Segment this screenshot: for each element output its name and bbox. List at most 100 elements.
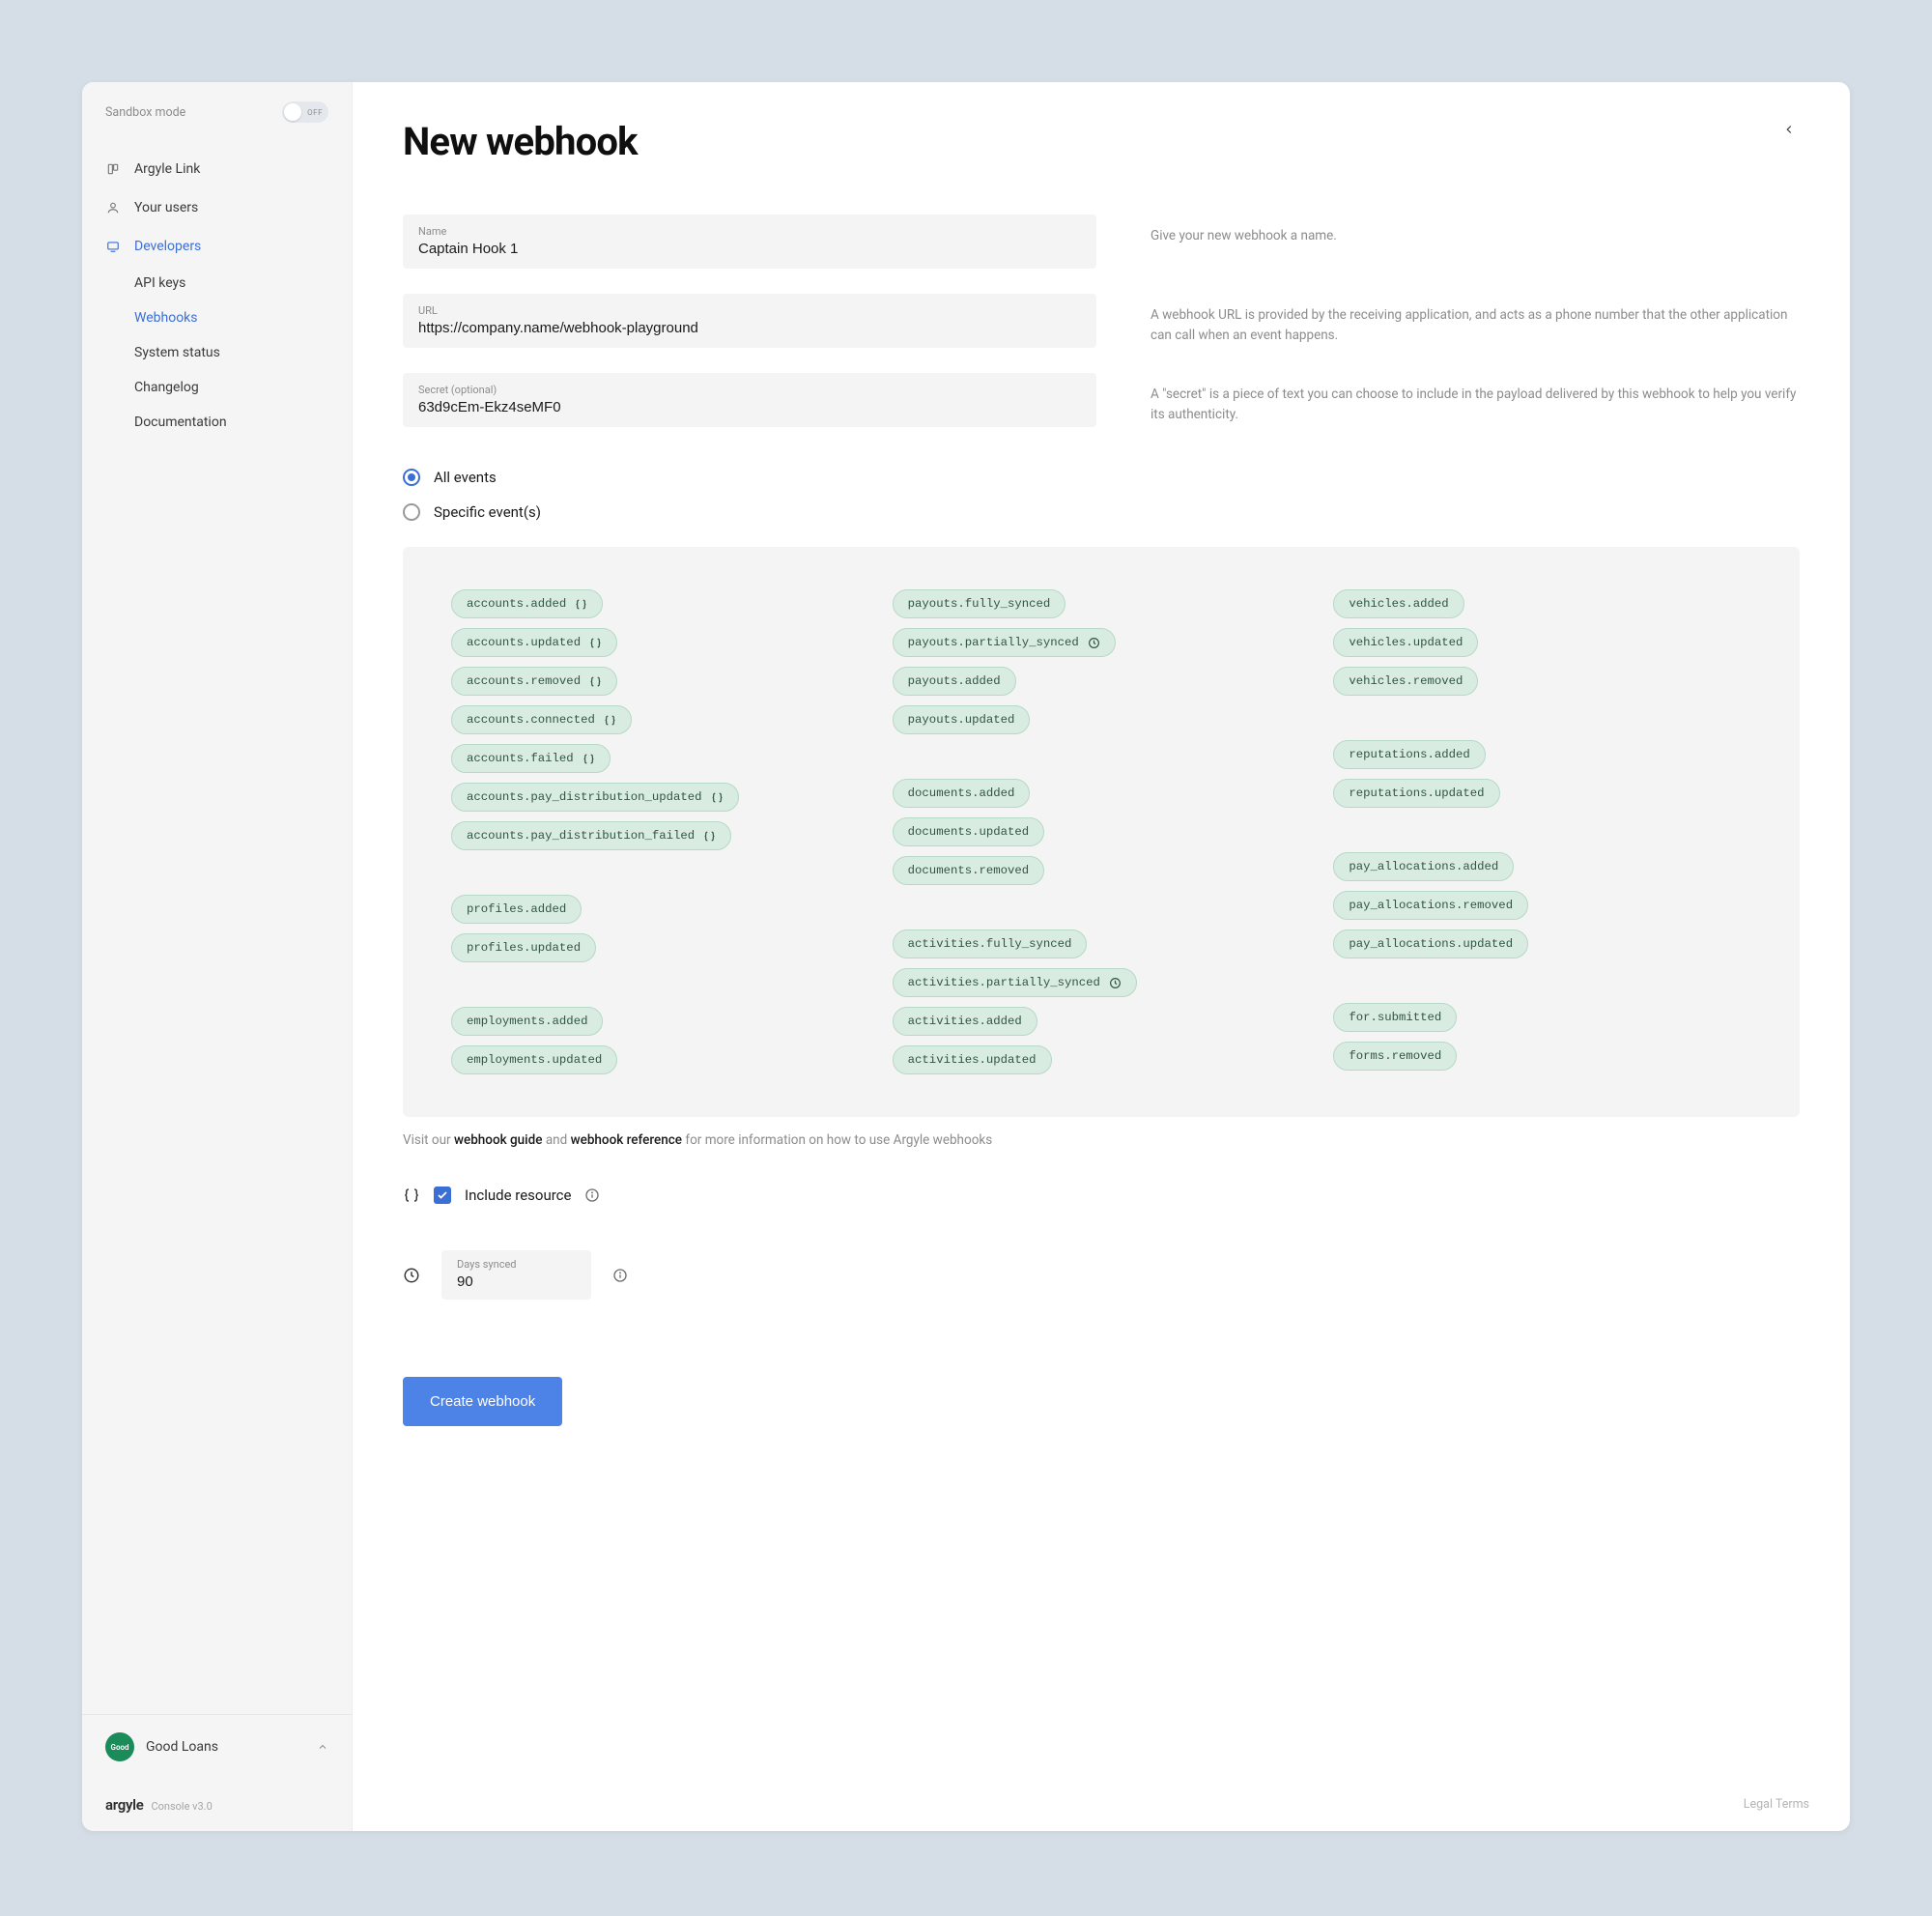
link-icon (105, 161, 121, 177)
sandbox-mode-label: Sandbox mode (105, 105, 185, 120)
event-pill[interactable]: vehicles.updated (1333, 628, 1478, 657)
sidebar: Sandbox mode OFF Argyle Link Your users (82, 82, 353, 1831)
create-webhook-button[interactable]: Create webhook (403, 1377, 562, 1426)
brand-version: Console v3.0 (151, 1800, 212, 1813)
event-pill[interactable]: documents.added (893, 779, 1031, 808)
help-text: Visit our webhook guide and webhook refe… (403, 1132, 1800, 1148)
sidebar-sub-api-keys[interactable]: API keys (134, 266, 352, 300)
sidebar-item-your-users[interactable]: Your users (82, 188, 352, 227)
url-input[interactable] (418, 320, 1081, 336)
event-pill[interactable]: forms.removed (1333, 1042, 1457, 1071)
event-pill[interactable]: activities.updated (893, 1045, 1052, 1074)
event-pill[interactable]: pay_allocations.added (1333, 852, 1514, 881)
days-synced-input[interactable] (457, 1273, 576, 1290)
field-label: URL (418, 304, 1081, 317)
event-label: vehicles.removed (1349, 674, 1463, 688)
event-pill[interactable]: employments.updated (451, 1045, 617, 1074)
event-pill[interactable]: accounts.added (451, 589, 603, 618)
nav-label: Your users (134, 200, 198, 215)
event-pill[interactable]: activities.added (893, 1007, 1037, 1036)
form-row-name: Name Give your new webhook a name. (403, 214, 1800, 269)
developers-subnav: API keys Webhooks System status Changelo… (82, 266, 352, 440)
back-button[interactable] (1778, 119, 1800, 140)
events-column-2: payouts.fully_synced payouts.partially_sy… (893, 589, 1311, 1074)
radio-label: All events (434, 469, 497, 486)
event-pill[interactable]: profiles.updated (451, 933, 596, 962)
event-pill[interactable]: pay_allocations.updated (1333, 929, 1528, 958)
main-header: New webhook (403, 119, 1800, 214)
developers-icon (105, 239, 121, 254)
help-prefix: Visit our (403, 1132, 454, 1148)
event-pill[interactable]: accounts.connected (451, 705, 632, 734)
include-resource-checkbox[interactable] (434, 1187, 451, 1204)
info-icon[interactable] (584, 1187, 600, 1203)
webhook-guide-link[interactable]: webhook guide (454, 1132, 543, 1148)
event-pill[interactable]: payouts.partially_synced (893, 628, 1116, 657)
event-pill[interactable]: payouts.added (893, 667, 1016, 696)
sidebar-sub-webhooks[interactable]: Webhooks (134, 300, 352, 335)
event-pill[interactable]: documents.updated (893, 817, 1044, 846)
event-pill[interactable]: profiles.added (451, 895, 582, 924)
sidebar-item-developers[interactable]: Developers (82, 227, 352, 266)
event-label: profiles.updated (467, 941, 581, 955)
brand-name: argyle (105, 1796, 143, 1814)
event-pill[interactable]: accounts.removed (451, 667, 617, 696)
clock-icon (1109, 977, 1122, 989)
event-label: pay_allocations.updated (1349, 937, 1513, 951)
event-pill[interactable]: payouts.updated (893, 705, 1031, 734)
event-pill[interactable]: vehicles.removed (1333, 667, 1478, 696)
radio-circle-icon (403, 503, 420, 521)
radio-all-events[interactable]: All events (403, 460, 1800, 495)
chevron-up-icon (317, 1741, 328, 1753)
secret-input[interactable] (418, 399, 1081, 415)
main-content: New webhook Name Give your new webhook a… (353, 82, 1850, 1831)
event-label: accounts.failed (467, 752, 574, 765)
braces-icon (604, 714, 616, 727)
event-label: activities.added (908, 1015, 1022, 1028)
sidebar-item-argyle-link[interactable]: Argyle Link (82, 150, 352, 188)
event-label: profiles.added (467, 902, 566, 916)
event-pill[interactable]: reputations.updated (1333, 779, 1499, 808)
event-label: accounts.added (467, 597, 566, 611)
event-label: payouts.updated (908, 713, 1015, 727)
event-label: accounts.removed (467, 674, 581, 688)
event-scope-radio-group: All events Specific event(s) (403, 460, 1800, 529)
braces-icon (582, 753, 595, 765)
event-pill[interactable]: for.submitted (1333, 1003, 1457, 1032)
radio-specific-events[interactable]: Specific event(s) (403, 495, 1800, 529)
sandbox-toggle[interactable]: OFF (282, 101, 328, 123)
event-pill[interactable]: activities.partially_synced (893, 968, 1137, 997)
braces-icon (703, 830, 716, 843)
secret-help: A "secret" is a piece of text you can ch… (1151, 373, 1800, 425)
name-input[interactable] (418, 241, 1081, 257)
event-pill[interactable]: activities.fully_synced (893, 929, 1088, 958)
info-icon[interactable] (612, 1268, 628, 1283)
event-pill[interactable]: accounts.pay_distribution_failed (451, 821, 731, 850)
event-pill[interactable]: documents.removed (893, 856, 1044, 885)
account-switcher[interactable]: Good Good Loans (82, 1714, 352, 1779)
sidebar-sub-documentation[interactable]: Documentation (134, 405, 352, 440)
webhook-reference-link[interactable]: webhook reference (571, 1132, 682, 1148)
event-pill[interactable]: accounts.pay_distribution_updated (451, 783, 739, 812)
event-pill[interactable]: payouts.fully_synced (893, 589, 1066, 618)
legal-terms-link[interactable]: Legal Terms (1744, 1797, 1809, 1812)
avatar: Good (105, 1732, 134, 1761)
event-pill[interactable]: pay_allocations.removed (1333, 891, 1528, 920)
name-field-wrapper[interactable]: Name (403, 214, 1096, 269)
days-synced-field[interactable]: Days synced (441, 1250, 591, 1300)
braces-icon (575, 598, 587, 611)
event-pill[interactable]: accounts.failed (451, 744, 611, 773)
event-pill[interactable]: accounts.updated (451, 628, 617, 657)
sidebar-top: Sandbox mode OFF (82, 82, 352, 142)
radio-label: Specific event(s) (434, 503, 541, 521)
event-pill[interactable]: reputations.added (1333, 740, 1485, 769)
event-label: reputations.updated (1349, 786, 1484, 800)
secret-field-wrapper[interactable]: Secret (optional) (403, 373, 1096, 427)
url-field-wrapper[interactable]: URL (403, 294, 1096, 348)
sidebar-sub-changelog[interactable]: Changelog (134, 370, 352, 405)
sidebar-sub-system-status[interactable]: System status (134, 335, 352, 370)
event-pill[interactable]: vehicles.added (1333, 589, 1463, 618)
event-pill[interactable]: employments.added (451, 1007, 603, 1036)
include-resource-row: Include resource (403, 1187, 1800, 1204)
event-label: documents.removed (908, 864, 1029, 877)
